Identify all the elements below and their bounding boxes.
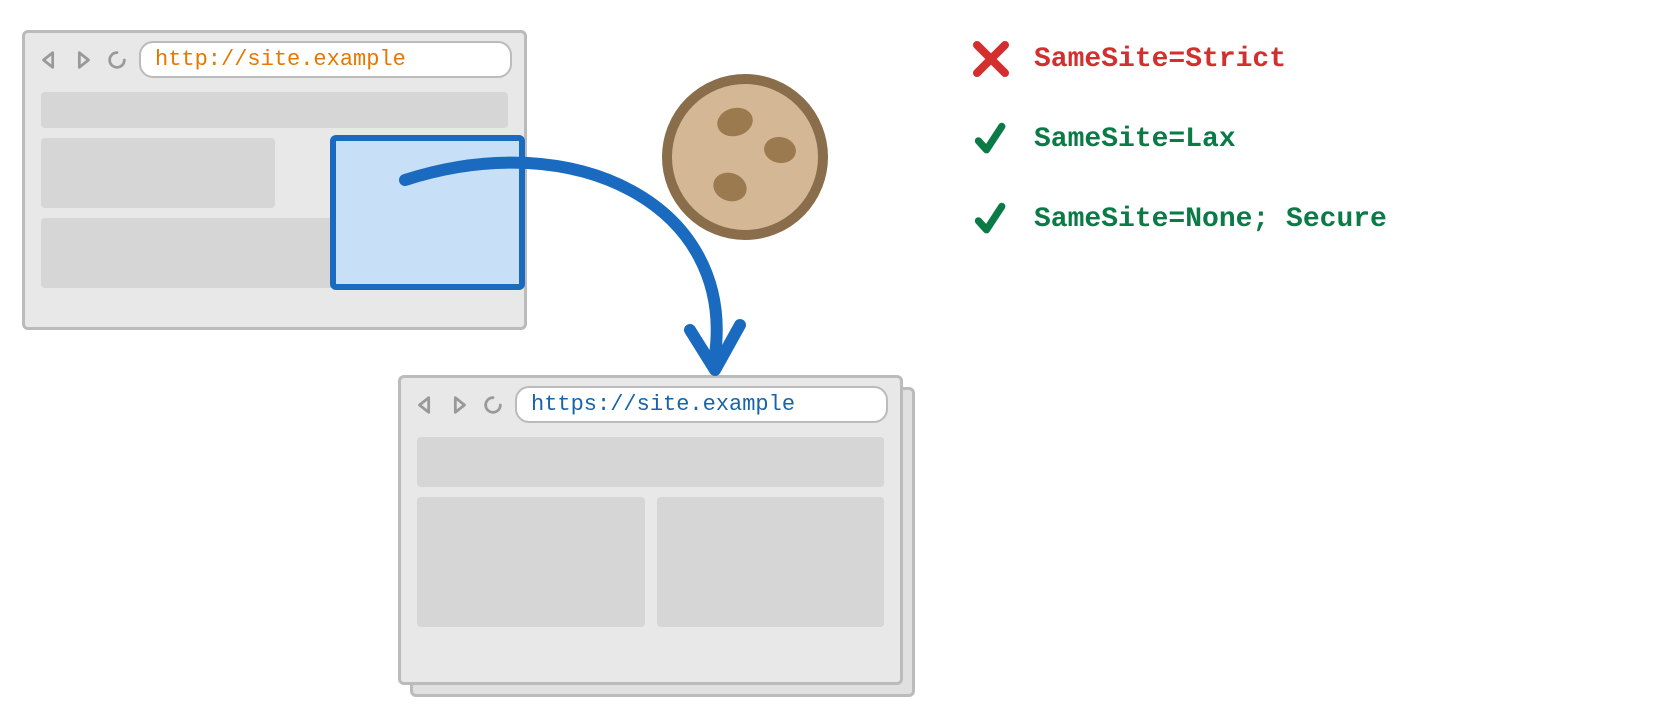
browser-window-target: https://site.example [398,375,903,685]
samesite-legend: SameSite=Strict SameSite=Lax SameSite=No… [970,38,1387,240]
placeholder-block [417,437,884,487]
page-content-target [401,431,900,649]
back-icon [413,393,437,417]
legend-item-strict: SameSite=Strict [970,38,1387,80]
cross-icon [970,38,1012,80]
legend-item-none: SameSite=None; Secure [970,198,1387,240]
check-icon [970,118,1012,160]
browser-toolbar: https://site.example [401,378,900,431]
url-bar-source: http://site.example [139,41,512,78]
legend-label: SameSite=Strict [1034,44,1286,75]
forward-icon [71,48,95,72]
legend-label: SameSite=Lax [1034,124,1236,155]
forward-icon [447,393,471,417]
cookie-icon [660,72,830,242]
browser-window-source: http://site.example [22,30,527,330]
back-icon [37,48,61,72]
browser-toolbar: http://site.example [25,33,524,86]
reload-icon [105,48,129,72]
link-target-box [330,135,525,290]
placeholder-block [41,92,508,128]
reload-icon [481,393,505,417]
placeholder-block [417,497,645,627]
placeholder-block [41,138,275,208]
legend-label: SameSite=None; Secure [1034,204,1387,235]
legend-item-lax: SameSite=Lax [970,118,1387,160]
url-bar-target: https://site.example [515,386,888,423]
placeholder-block [657,497,885,627]
check-icon [970,198,1012,240]
